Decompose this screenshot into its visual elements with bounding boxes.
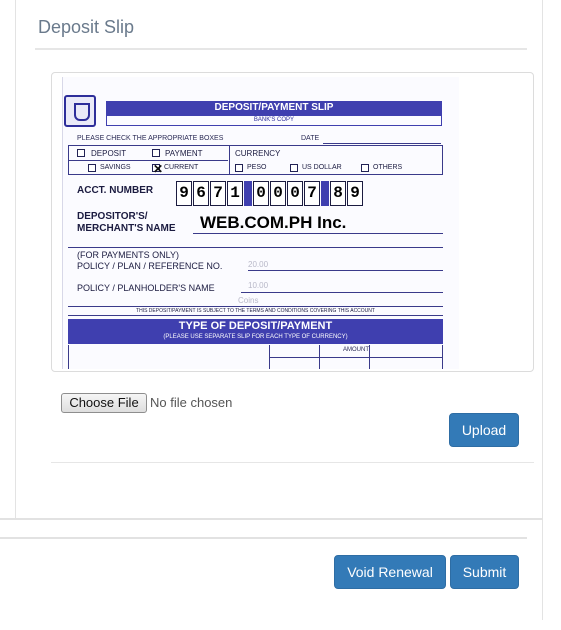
amount-label: AMOUNT — [343, 347, 369, 353]
others-label: OTHERS — [373, 164, 403, 171]
ghost-text: Coins — [238, 296, 259, 305]
usd-checkbox — [290, 164, 298, 172]
footer-right-border — [542, 520, 543, 620]
ghost-text: 10.00 — [248, 281, 269, 290]
date-label: DATE — [301, 135, 320, 142]
acct-digit: 9 — [176, 181, 192, 206]
submit-button[interactable]: Submit — [450, 555, 519, 589]
acct-number-label: ACCT. NUMBER — [77, 185, 154, 196]
acct-digit: 0 — [253, 181, 269, 206]
deposit-checkbox — [77, 149, 85, 157]
acct-digit: 9 — [347, 181, 363, 206]
usd-label: US DOLLAR — [302, 164, 342, 171]
acct-digit: 0 — [270, 181, 286, 206]
acct-separator — [244, 181, 252, 206]
savings-checkbox — [88, 164, 96, 172]
policy-holder-line — [241, 292, 443, 293]
policy-plan-line — [248, 270, 443, 271]
payment-checkbox — [152, 149, 160, 157]
acct-digit: 6 — [193, 181, 209, 206]
acct-digit: 7 — [304, 181, 320, 206]
panel-title: Deposit Slip — [38, 17, 135, 37]
title-divider — [35, 48, 527, 50]
file-status-text: No file chosen — [150, 395, 233, 410]
merchant-name-value: WEB.COM.PH Inc. — [200, 213, 347, 232]
depositor-label-line1: DEPOSITOR'S/ — [77, 211, 148, 222]
check-instruction: PLEASE CHECK THE APPROPRIATE BOXES — [77, 135, 224, 142]
currency-label: CURRENCY — [235, 149, 281, 158]
void-renewal-button[interactable]: Void Renewal — [334, 555, 446, 589]
type-subtitle: (PLEASE USE SEPARATE SLIP FOR EACH TYPE … — [163, 334, 348, 340]
acct-digit: 0 — [287, 181, 303, 206]
acct-digit: 8 — [330, 181, 346, 206]
section-line — [68, 247, 443, 248]
type-title: TYPE OF DEPOSIT/PAYMENT — [178, 320, 333, 332]
current-label: CURRENT — [164, 164, 199, 171]
depositor-label: DEPOSITOR'S/ MERCHANT'S NAME — [77, 211, 176, 235]
deposit-label: DEPOSIT — [91, 149, 127, 158]
date-line — [323, 143, 441, 144]
choose-file-button[interactable]: Choose File — [61, 393, 147, 413]
acct-digit: 1 — [227, 181, 243, 206]
footer-divider — [0, 537, 527, 539]
savings-label: SAVINGS — [100, 164, 131, 171]
acct-number-digits: 9 6 7 1 0 0 0 7 8 9 — [176, 181, 364, 206]
terms-notice: THIS DEPOSIT/PAYMENT IS SUBJECT TO THE T… — [68, 306, 443, 316]
ghost-text: 20.00 — [248, 260, 269, 269]
payment-label: PAYMENT — [165, 149, 203, 158]
acct-separator — [321, 181, 329, 206]
current-checkbox-checked: ✕ — [152, 162, 164, 176]
slip-image-preview: DEPOSIT/PAYMENT SLIP BANK'S COPY PLEASE … — [51, 72, 534, 372]
acct-digit: 7 — [210, 181, 226, 206]
policy-holder-label: POLICY / PLANHOLDER'S NAME — [77, 283, 215, 293]
amount-row: AMOUNT — [68, 345, 443, 369]
bank-logo-icon — [64, 95, 96, 127]
others-checkbox — [361, 164, 369, 172]
depositor-label-line2: MERCHANT'S NAME — [77, 223, 176, 234]
upload-divider — [51, 462, 534, 463]
policy-plan-label: POLICY / PLAN / REFERENCE NO. — [77, 261, 223, 271]
upload-button[interactable]: Upload — [449, 413, 519, 447]
slip-header: DEPOSIT/PAYMENT SLIP — [106, 101, 442, 115]
panel-bottom-divider — [0, 518, 543, 520]
slip-subheader: BANK'S COPY — [106, 115, 442, 126]
merchant-line — [193, 233, 443, 234]
deposit-slip-image: DEPOSIT/PAYMENT SLIP BANK'S COPY PLEASE … — [62, 77, 459, 369]
peso-label: PESO — [247, 164, 267, 171]
for-payments-label: (FOR PAYMENTS ONLY) — [77, 250, 180, 260]
checkbox-grid: DEPOSIT PAYMENT SAVINGS ✕ CURRENT CURREN… — [68, 145, 443, 175]
peso-checkbox — [235, 164, 243, 172]
type-of-deposit-bar: TYPE OF DEPOSIT/PAYMENT (PLEASE USE SEPA… — [68, 319, 443, 344]
